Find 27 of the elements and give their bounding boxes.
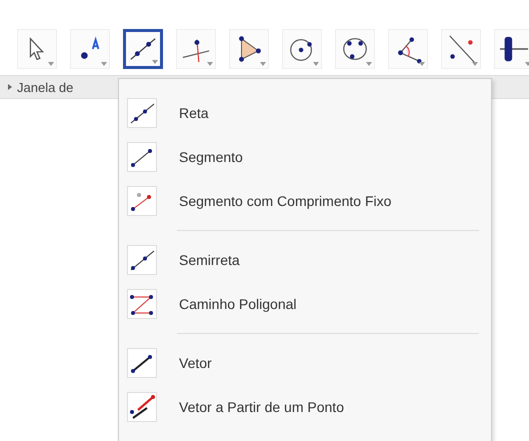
vectorfrom-tool-icon (127, 392, 157, 422)
menu-item[interactable]: Vetor a Partir de um Ponto (119, 385, 491, 429)
expand-arrow-icon[interactable] (8, 84, 12, 90)
tool-button[interactable] (123, 29, 163, 69)
dropdown-triangle-icon (366, 62, 372, 66)
ray-tool-icon (127, 245, 157, 275)
fixed-tool-icon (127, 186, 157, 216)
menu-item[interactable]: Caminho Poligonal (119, 282, 491, 326)
menu-item[interactable]: Segmento com Comprimento Fixo (119, 179, 491, 223)
dropdown-triangle-icon (152, 60, 158, 64)
polyline-tool-icon (127, 289, 157, 319)
menu-item[interactable]: Semirreta (119, 238, 491, 282)
dropdown-triangle-icon (207, 62, 213, 66)
menu-item[interactable]: Vetor (119, 341, 491, 385)
dropdown-triangle-icon (472, 62, 478, 66)
panel-title: Janela de (17, 80, 74, 94)
menu-item[interactable]: Segmento (119, 135, 491, 179)
line-tool-icon (127, 98, 157, 128)
dropdown-triangle-icon (419, 62, 425, 66)
dropdown-triangle-icon (101, 62, 107, 66)
dropdown-triangle-icon (48, 62, 54, 66)
dropdown-triangle-icon (260, 62, 266, 66)
menu-item[interactable]: Reta (119, 91, 491, 135)
dropdown-triangle-icon (313, 62, 319, 66)
slider-tool-icon (499, 34, 529, 64)
vector-tool-icon (127, 348, 157, 378)
segment-tool-icon (127, 142, 157, 172)
